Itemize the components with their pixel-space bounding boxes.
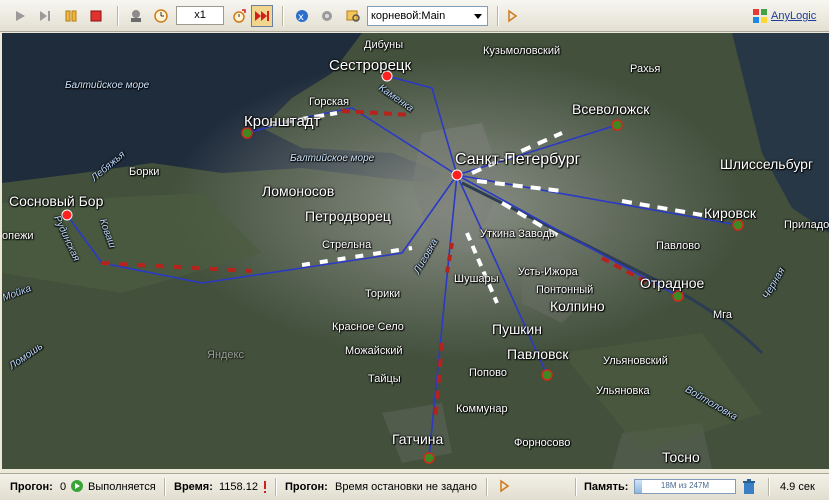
map-label: Борки	[129, 166, 160, 178]
memory-text: 18M из 247M	[660, 481, 710, 490]
faster-icon	[233, 9, 246, 23]
view-area-button[interactable]	[343, 6, 363, 26]
map-label: Тайцы	[368, 373, 401, 385]
running-icon	[70, 479, 84, 496]
navigate-icon	[131, 10, 141, 22]
map-view[interactable]: Дибуны Кузьмоловский Сестрорецк Рахья Ба…	[2, 33, 829, 469]
stop-icon	[90, 10, 102, 22]
map-label: Рахья	[630, 63, 661, 75]
map-label: Санкт-Петербург	[455, 151, 581, 168]
map-label: Ульяновка	[596, 385, 650, 397]
experiment-button[interactable]: x	[292, 6, 312, 26]
anylogic-label: AnyLogic	[771, 10, 817, 22]
map-label: Тосно	[662, 449, 700, 465]
run2-label: Прогон:	[285, 481, 328, 493]
step-icon	[40, 11, 50, 21]
map-label: Павловск	[507, 346, 569, 362]
map-label: Усть-Ижора	[518, 266, 578, 278]
play-button[interactable]	[10, 6, 30, 26]
map-label: Шлиссельбург	[720, 156, 814, 172]
step-button[interactable]	[35, 6, 55, 26]
map-watermark: Яндекс	[207, 349, 244, 361]
stop-time: Время остановки не задано	[335, 481, 477, 493]
warning-icon	[262, 480, 268, 497]
map-label: Ульяновский	[603, 355, 668, 367]
fast-forward-button[interactable]	[251, 5, 273, 27]
anylogic-logo-icon	[753, 9, 767, 23]
next-icon	[500, 479, 510, 493]
map-label: Попово	[469, 367, 507, 379]
view-selector[interactable]: корневой:Main	[367, 6, 488, 26]
memory-label: Память:	[584, 481, 629, 493]
map-label: Шушары	[454, 273, 499, 285]
toolbar: x1 x корневой:Main AnyLogic	[0, 0, 829, 32]
map-label: Красное Село	[332, 321, 404, 333]
map-label: Горская	[309, 96, 350, 108]
map-label: Кронштадт	[244, 113, 321, 130]
run-number: 0	[60, 481, 67, 493]
pause-button[interactable]	[61, 6, 81, 26]
map-label: Колпино	[550, 298, 605, 314]
map-label: Торики	[365, 288, 401, 300]
trash-icon	[743, 479, 755, 494]
status-bar: Прогон: 0 Выполняется Время: 1158.12 Про…	[0, 473, 829, 500]
play-icon	[16, 11, 25, 21]
navigate-button[interactable]	[126, 6, 146, 26]
map-label: Кировск	[704, 205, 756, 221]
map-label: Сосновый Бор	[9, 193, 104, 209]
dropdown-arrow-icon	[471, 9, 485, 23]
run-label: Прогон:	[10, 481, 53, 493]
run-state: Выполняется	[88, 481, 156, 493]
map-label: Пушкин	[492, 321, 542, 337]
map-label: Уткина Заводь	[480, 228, 555, 240]
map-label: Гатчина	[392, 431, 444, 447]
garbage-collect-button[interactable]	[742, 479, 756, 498]
view-area-icon	[346, 10, 360, 22]
settings-button[interactable]	[317, 6, 337, 26]
experiment-icon: x	[296, 10, 308, 23]
clock-icon	[154, 9, 168, 23]
time-label: Время:	[174, 481, 213, 493]
map-label: Сестрорецк	[329, 57, 412, 74]
view-selector-value: корневой:Main	[371, 10, 446, 22]
svg-text:x: x	[298, 12, 304, 23]
fast-forward-icon	[255, 11, 269, 21]
map-label: Стрельна	[322, 239, 372, 251]
map-label: Павлово	[656, 240, 701, 252]
pause-icon	[65, 10, 77, 22]
map-label: Кузьмоловский	[483, 45, 561, 57]
slower-button[interactable]	[151, 6, 171, 26]
map-label: Мга	[713, 309, 733, 321]
memory-bar: 18M из 247M	[634, 479, 736, 494]
anylogic-link[interactable]: AnyLogic	[752, 7, 816, 25]
next-button[interactable]	[502, 6, 522, 26]
map-label: опежи	[2, 230, 34, 242]
map-label: Приладо	[784, 219, 829, 231]
map-label: Коммунар	[456, 403, 508, 415]
next-status-button[interactable]	[497, 479, 511, 496]
map-label: Балтийское море	[65, 80, 150, 91]
map-label: Понтонный	[536, 284, 594, 296]
map-label: Ломоносов	[262, 183, 335, 199]
map-label: Форносово	[514, 437, 571, 449]
map-label: Можайский	[345, 345, 403, 357]
settings-icon	[322, 11, 332, 21]
time-value: 1158.12	[219, 481, 258, 493]
map-label: Петродворец	[305, 208, 391, 224]
stop-button[interactable]	[86, 6, 106, 26]
faster-button[interactable]	[229, 6, 249, 26]
map-label: Дибуны	[364, 39, 404, 51]
speed-indicator: x1	[176, 6, 224, 25]
map-label: Балтийское море	[290, 153, 375, 164]
map-label: Отрадное	[640, 275, 705, 291]
next-icon	[508, 9, 518, 23]
elapsed-time: 4.9 сек	[780, 481, 815, 493]
map-label: Всеволожск	[572, 101, 650, 117]
